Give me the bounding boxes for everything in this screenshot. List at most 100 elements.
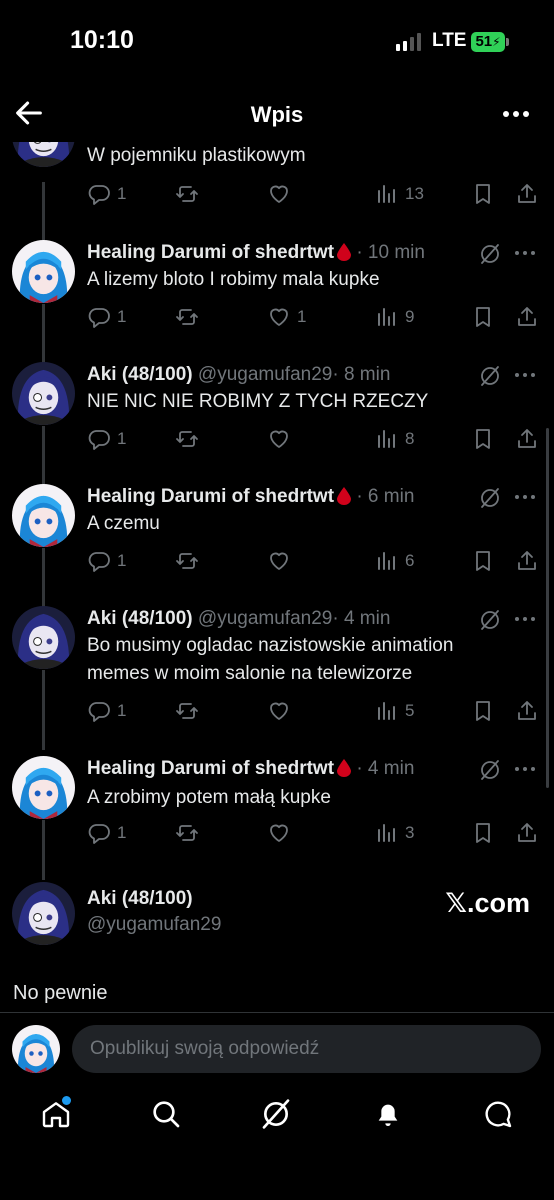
avatar[interactable] xyxy=(12,606,75,669)
tweet[interactable]: Healing Darumi of shedrtwt · 4 min A zro… xyxy=(0,756,554,878)
views-button[interactable]: 3 xyxy=(375,818,414,848)
view-count: 5 xyxy=(405,701,415,720)
tweet-more-icon[interactable] xyxy=(512,486,538,508)
bookmark-button[interactable] xyxy=(471,696,495,726)
views-button[interactable]: 9 xyxy=(375,302,414,332)
tab-search[interactable] xyxy=(150,1098,186,1134)
author-name[interactable]: Aki (48/100) xyxy=(87,364,193,385)
author-name[interactable]: Healing Darumi of shedrtwt xyxy=(87,486,334,507)
tweet-text: No pewnie xyxy=(13,982,108,1004)
search-icon xyxy=(153,1101,180,1128)
retweet-button[interactable] xyxy=(175,302,199,332)
heart-icon xyxy=(267,699,291,723)
bookmark-button[interactable] xyxy=(471,546,495,576)
views-button[interactable]: 5 xyxy=(375,696,414,726)
tweet-text: A lizemy bloto I robimy mala kupke xyxy=(87,269,380,290)
tweet-header: Healing Darumi of shedrtwt · 4 min xyxy=(87,756,487,782)
retweet-button[interactable] xyxy=(175,818,199,848)
views-icon xyxy=(375,427,399,451)
network-type: LTE xyxy=(432,30,467,51)
author-name[interactable]: Healing Darumi of shedrtwt xyxy=(87,758,334,779)
avatar[interactable] xyxy=(12,362,75,425)
share-button[interactable] xyxy=(515,424,539,454)
author-handle[interactable]: @yugamufan29 xyxy=(87,914,221,936)
tweet-more-icon[interactable] xyxy=(512,242,538,264)
bookmark-button[interactable] xyxy=(471,424,495,454)
like-button[interactable] xyxy=(267,179,291,209)
reply-icon xyxy=(87,699,111,723)
chat-bubble-icon xyxy=(485,1101,512,1128)
reply-input[interactable]: Opublikuj swoją odpowiedź xyxy=(72,1025,541,1073)
views-button[interactable]: 6 xyxy=(375,546,414,576)
ellipsis-icon xyxy=(503,111,529,117)
grok-icon[interactable] xyxy=(478,608,502,632)
grok-icon[interactable] xyxy=(478,758,502,782)
like-button[interactable] xyxy=(267,696,291,726)
heart-icon xyxy=(267,549,291,573)
avatar[interactable] xyxy=(12,1025,60,1073)
more-options-button[interactable] xyxy=(500,100,532,128)
share-button[interactable] xyxy=(515,546,539,576)
share-button[interactable] xyxy=(515,179,539,209)
author-name[interactable]: Healing Darumi of shedrtwt xyxy=(87,242,334,263)
share-button[interactable] xyxy=(515,696,539,726)
avatar[interactable] xyxy=(12,882,75,945)
reply-button[interactable]: 1 xyxy=(87,546,126,576)
tweet-text: A zrobimy potem małą kupke xyxy=(87,787,331,808)
avatar[interactable] xyxy=(12,484,75,547)
views-button[interactable]: 8 xyxy=(375,424,414,454)
author-name[interactable]: Aki (48/100) xyxy=(87,608,193,629)
views-icon xyxy=(375,699,399,723)
grok-icon[interactable] xyxy=(478,486,502,510)
reply-button[interactable]: 1 xyxy=(87,696,126,726)
reply-button[interactable]: 1 xyxy=(87,302,126,332)
author-name[interactable]: Aki (48/100) xyxy=(87,888,193,909)
tweet[interactable]: Aki (48/100) @yugamufan29· 8 min NIE NIC… xyxy=(0,362,554,484)
bottom-tab-bar xyxy=(0,1084,554,1154)
like-button[interactable] xyxy=(267,424,291,454)
tweet-header: Aki (48/100) xyxy=(87,886,487,912)
retweet-button[interactable] xyxy=(175,696,199,726)
tweet[interactable]: Aki (48/100) @yugamufan29· 4 min Bo musi… xyxy=(0,606,554,756)
tweet[interactable]: Healing Darumi of shedrtwt · 6 min A cze… xyxy=(0,484,554,606)
avatar[interactable] xyxy=(12,240,75,303)
share-button[interactable] xyxy=(515,818,539,848)
focused-tweet[interactable]: Aki (48/100) @yugamufan29 𝕏.com No pewni… xyxy=(0,878,554,1012)
tweet-more-icon[interactable] xyxy=(512,758,538,780)
bookmark-button[interactable] xyxy=(471,179,495,209)
tab-home[interactable] xyxy=(40,1096,76,1134)
like-button[interactable]: 1 xyxy=(267,302,306,332)
author-handle[interactable]: @yugamufan29 xyxy=(198,608,332,629)
tab-notifications[interactable] xyxy=(372,1098,408,1134)
retweet-button[interactable] xyxy=(175,546,199,576)
share-icon xyxy=(515,305,539,329)
tweet-more-icon[interactable] xyxy=(512,364,538,386)
retweet-icon xyxy=(175,182,199,206)
tweet-actions: 1 5 xyxy=(87,696,542,726)
bookmark-button[interactable] xyxy=(471,302,495,332)
tab-messages[interactable] xyxy=(482,1098,518,1134)
like-button[interactable] xyxy=(267,546,291,576)
share-button[interactable] xyxy=(515,302,539,332)
grok-icon[interactable] xyxy=(478,364,502,388)
like-button[interactable] xyxy=(267,818,291,848)
scrollbar[interactable] xyxy=(546,428,549,788)
retweet-button[interactable] xyxy=(175,424,199,454)
tab-grok[interactable] xyxy=(260,1098,296,1134)
views-button[interactable]: 13 xyxy=(375,179,424,209)
author-handle[interactable]: @yugamufan29 xyxy=(198,364,332,385)
avatar[interactable] xyxy=(12,142,75,167)
retweet-icon xyxy=(175,427,199,451)
retweet-button[interactable] xyxy=(175,179,199,209)
reply-button[interactable]: 1 xyxy=(87,818,126,848)
tweet[interactable]: Healing Darumi of shedrtwt · 10 min A li… xyxy=(0,240,554,362)
grok-icon[interactable] xyxy=(478,242,502,266)
avatar[interactable] xyxy=(12,756,75,819)
bookmark-icon xyxy=(471,427,495,451)
reply-icon xyxy=(87,305,111,329)
tweet[interactable]: W pojemniku plastikowym 1 13 xyxy=(0,142,554,222)
tweet-more-icon[interactable] xyxy=(512,608,538,630)
reply-button[interactable]: 1 xyxy=(87,179,126,209)
reply-button[interactable]: 1 xyxy=(87,424,126,454)
bookmark-button[interactable] xyxy=(471,818,495,848)
